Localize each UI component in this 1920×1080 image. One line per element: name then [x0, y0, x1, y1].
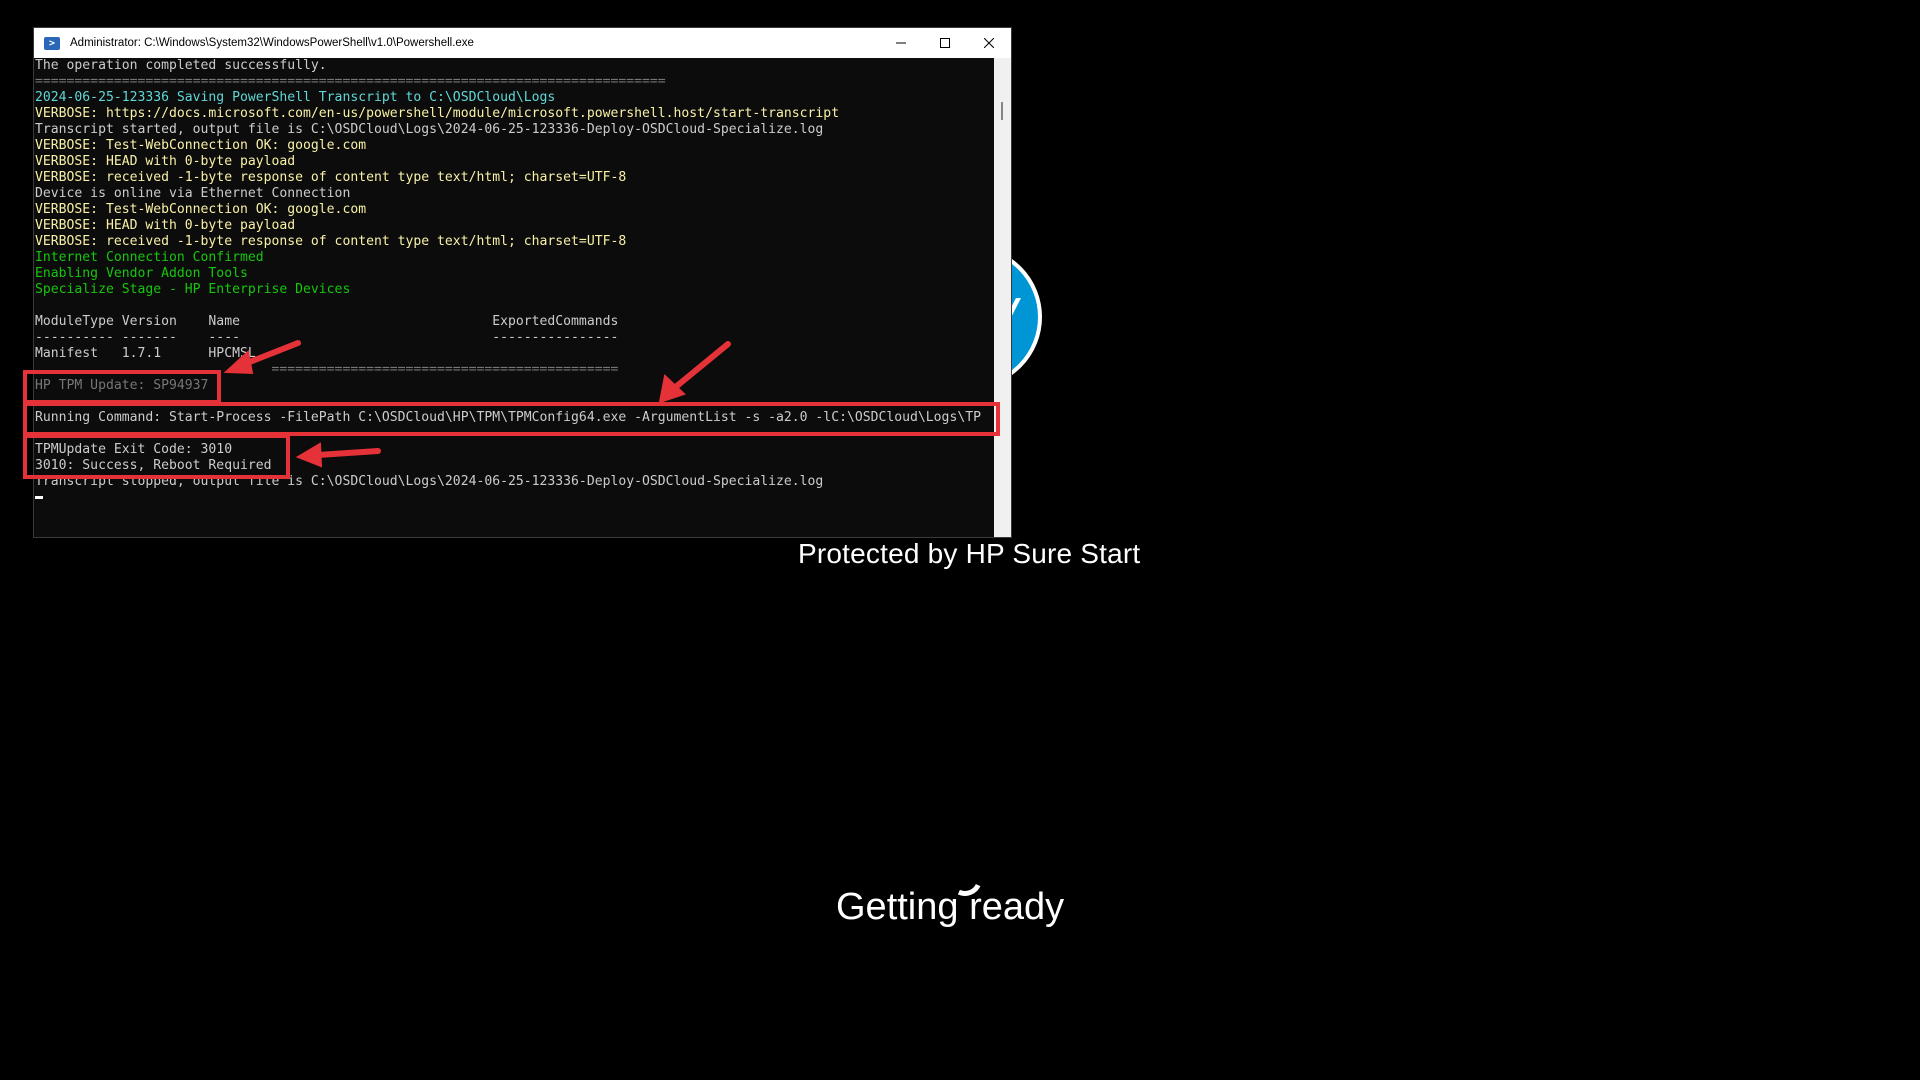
vertical-scrollbar[interactable] [994, 58, 1011, 537]
console-line: Transcript started, output file is C:\OS… [35, 122, 824, 137]
console-line: VERBOSE: HEAD with 0-byte payload [35, 218, 296, 233]
console-line: Manifest 1.7.1 HPCMSL [35, 346, 256, 361]
console-line: Specialize Stage - HP Enterprise Devices [35, 282, 351, 297]
console-line: VERBOSE: HEAD with 0-byte payload [35, 154, 296, 169]
console-line: ---------- ------- ---- ---------------- [35, 330, 619, 345]
protected-by-text: Protected by HP Sure Start [798, 538, 1141, 569]
highlight-running-command [23, 402, 1000, 436]
title-bar[interactable]: > Administrator: C:\Windows\System32\Win… [34, 28, 1011, 58]
console-line: The operation completed successfully. [35, 58, 327, 73]
getting-ready-text: Getting ready [836, 886, 1065, 928]
highlight-tpm-update [23, 370, 221, 404]
console-line: VERBOSE: Test-WebConnection OK: google.c… [35, 138, 367, 153]
console-line: VERBOSE: Test-WebConnection OK: google.c… [35, 202, 367, 217]
highlight-exit-code [23, 434, 290, 479]
console-line: 2024-06-25-123336 Saving PowerShell Tran… [35, 90, 556, 105]
window-controls [879, 28, 1011, 58]
console-line: VERBOSE: received -1-byte response of co… [35, 234, 627, 249]
scrollbar-thumb[interactable] [1001, 102, 1003, 120]
close-button[interactable] [967, 28, 1011, 58]
window-title: Administrator: C:\Windows\System32\Windo… [70, 37, 474, 49]
close-icon [984, 38, 994, 48]
console-line: Device is online via Ethernet Connection [35, 186, 351, 201]
powershell-icon: > [44, 36, 60, 50]
maximize-icon [940, 38, 950, 48]
maximize-button[interactable] [923, 28, 967, 58]
console-line: ========================================… [35, 74, 666, 89]
minimize-icon [896, 42, 906, 44]
console-line: Enabling Vendor Addon Tools [35, 266, 248, 281]
minimize-button[interactable] [879, 28, 923, 58]
cursor-icon [35, 496, 43, 499]
console-line: ModuleType Version Name ExportedCommands [35, 314, 619, 329]
console-prompt-line [34, 490, 994, 506]
console-line: VERBOSE: received -1-byte response of co… [35, 170, 627, 185]
console-line: Internet Connection Confirmed [35, 250, 264, 265]
console-line: VERBOSE: https://docs.microsoft.com/en-u… [35, 106, 840, 121]
